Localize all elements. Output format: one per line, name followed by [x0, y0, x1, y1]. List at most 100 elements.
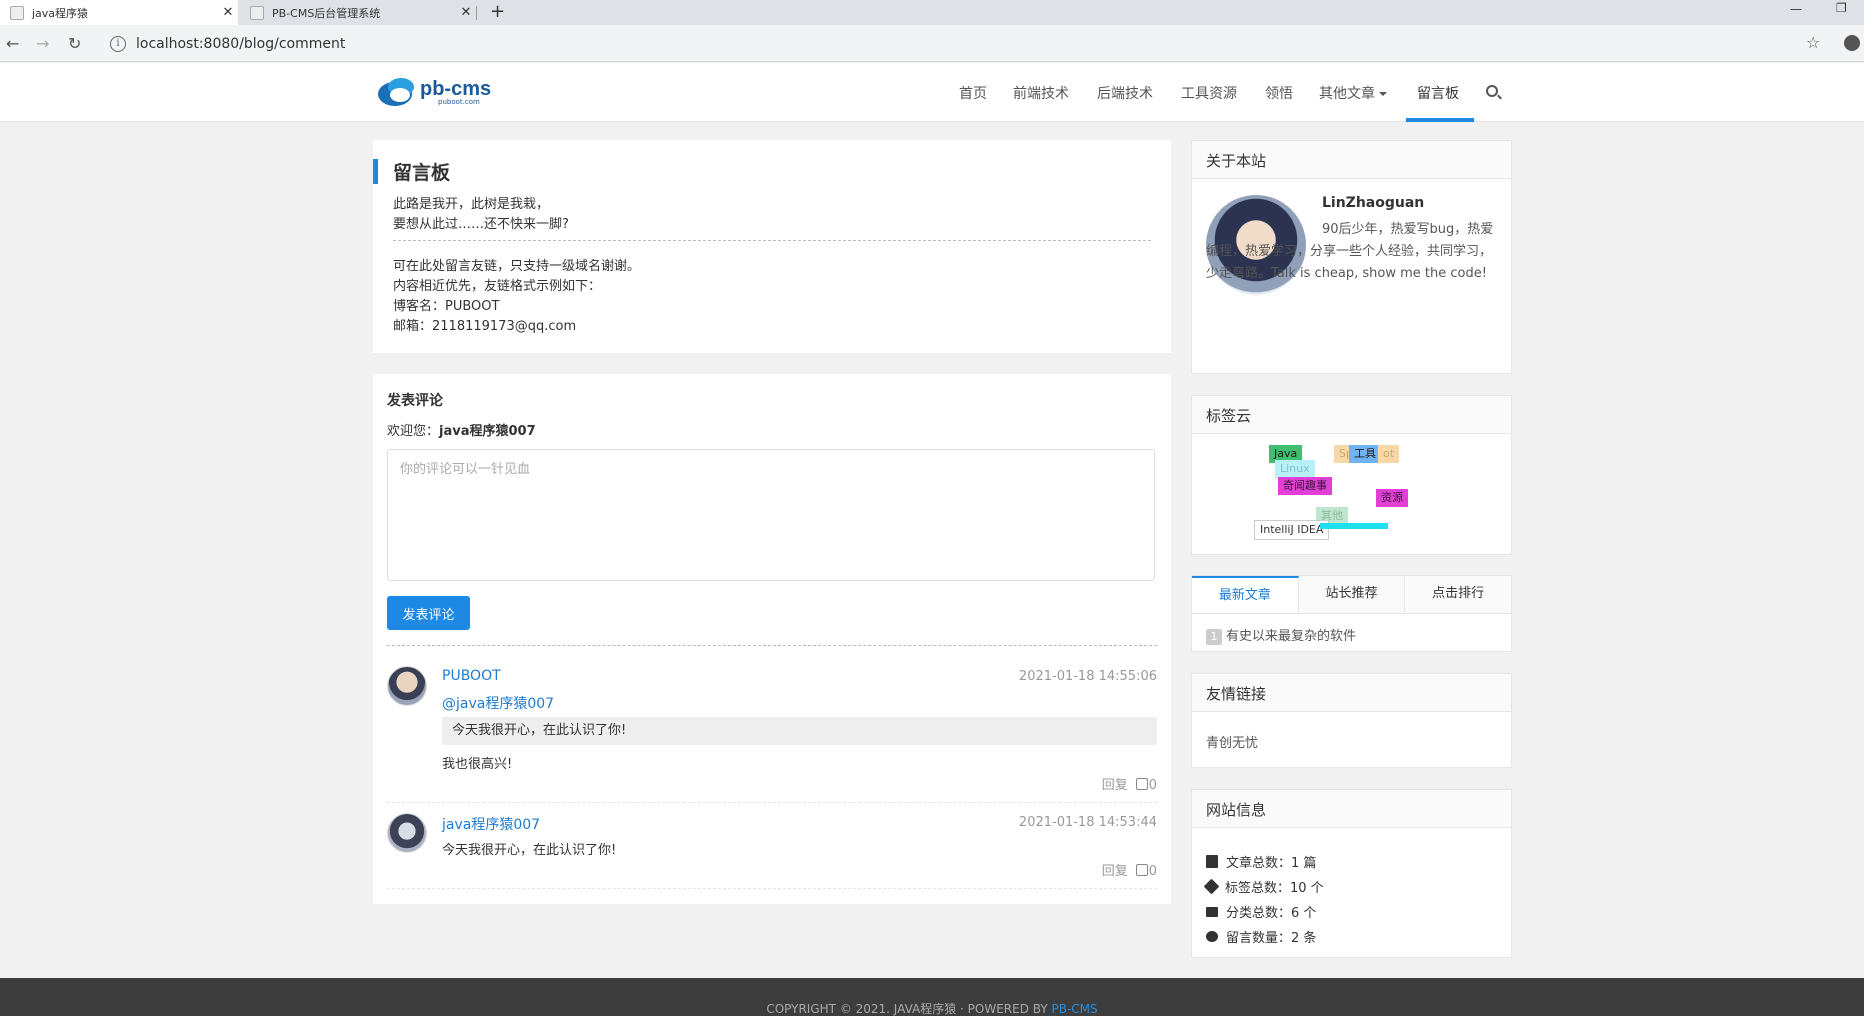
comment-card: 发表评论 欢迎您：java程序猿007 发表评论 PUBOOT 2021-01-…: [373, 374, 1171, 904]
nav-home[interactable]: 首页: [959, 83, 987, 103]
chevron-down-icon: [1379, 92, 1387, 96]
nav-active-indicator: [1406, 118, 1474, 122]
divider: [387, 645, 1157, 646]
reply-to-user[interactable]: @java程序猿007: [442, 693, 554, 713]
tab-title: java程序猿: [32, 6, 89, 20]
nav-other-articles[interactable]: 其他文章: [1319, 83, 1387, 103]
submit-comment-button[interactable]: 发表评论: [387, 596, 470, 630]
browser-tab-active[interactable]: java程序猿 ✕: [0, 0, 238, 25]
site-info-title: 网站信息: [1192, 790, 1511, 828]
tag-cloud-item[interactable]: [1320, 523, 1388, 529]
comment-author[interactable]: java程序猿007: [442, 814, 540, 834]
logo-sub-text: puboot.com: [438, 97, 480, 106]
title-accent-bar: [373, 159, 378, 184]
tab-close-icon[interactable]: ✕: [218, 5, 238, 20]
article-tabs: 最新文章 站长推荐 点击排行: [1192, 576, 1512, 614]
tag-cloud-item[interactable]: IntelliJ IDEA: [1254, 520, 1330, 540]
new-tab-button[interactable]: +: [490, 1, 505, 22]
tab-favicon-icon: [10, 5, 24, 20]
comment-text: 我也很高兴!: [442, 757, 513, 772]
tag-cloud-item[interactable]: 工具: [1349, 445, 1381, 463]
minimize-icon[interactable]: —: [1790, 2, 1802, 16]
username: java程序猿007: [439, 424, 536, 439]
thumbs-up-icon[interactable]: [1135, 778, 1148, 790]
site-info-icon[interactable]: i: [110, 35, 126, 52]
site-info-row: 分类总数：6 个: [1206, 902, 1316, 921]
avatar[interactable]: [387, 666, 427, 706]
restore-icon[interactable]: ❐: [1836, 1, 1847, 15]
divider: [393, 240, 1151, 241]
nav-backend[interactable]: 后端技术: [1097, 83, 1153, 103]
address-bar: ← → ↻ i localhost:8080/blog/comment ☆: [0, 25, 1864, 62]
tags-icon: [1203, 878, 1220, 895]
about-card: 关于本站 LinZhaoguan 90后少年，热爱写bug，热爱编程，热爱学习，…: [1191, 140, 1512, 374]
nav-frontend[interactable]: 前端技术: [1013, 83, 1069, 103]
thumbs-up-icon[interactable]: [1135, 864, 1148, 876]
comment-time: 2021-01-18 14:53:44: [1018, 815, 1157, 830]
article-link[interactable]: 有史以来最复杂的软件: [1226, 629, 1356, 644]
comment-time: 2021-01-18 14:55:06: [1018, 669, 1157, 684]
like-count: 0: [1148, 864, 1157, 879]
avatar[interactable]: [387, 813, 427, 853]
divider: [387, 802, 1157, 803]
forward-arrow-icon[interactable]: →: [36, 34, 49, 53]
divider: [387, 888, 1157, 889]
copyright-text: COPYRIGHT © 2021. JAVA程序猿 · POWERED BY: [766, 1002, 1052, 1016]
tag-cloud-item[interactable]: 奇闻趣事: [1278, 477, 1332, 495]
site-info-row: 文章总数：1 篇: [1206, 852, 1316, 871]
comment-text: 今天我很开心，在此认识了你!: [442, 843, 617, 858]
site-header: pb-cms puboot.com 首页 前端技术 后端技术 工具资源 领悟 其…: [0, 63, 1864, 122]
tab-popular[interactable]: 点击排行: [1405, 576, 1512, 613]
tag-cloud-item[interactable]: 资源: [1376, 489, 1408, 507]
profile-icon[interactable]: [1844, 35, 1860, 51]
nav-tools[interactable]: 工具资源: [1181, 83, 1237, 103]
comment-input[interactable]: [387, 449, 1155, 581]
back-arrow-icon[interactable]: ←: [6, 34, 19, 53]
intro-line: 要想从此过……还不快来一脚?: [393, 217, 569, 232]
comment-actions: 回复 0: [1102, 774, 1157, 793]
site-info-row: 标签总数：10 个: [1203, 877, 1324, 896]
tag-cloud-item[interactable]: ot: [1378, 445, 1400, 463]
powered-by-link[interactable]: PB-CMS: [1052, 1002, 1098, 1016]
reload-icon[interactable]: ↻: [68, 34, 81, 53]
intro-line: 邮箱：2118119173@qq.com: [393, 319, 577, 334]
about-title: 关于本站: [1192, 141, 1511, 179]
url-input[interactable]: i localhost:8080/blog/comment: [100, 30, 1828, 57]
tag-cloud-item[interactable]: Linux: [1275, 460, 1315, 478]
nav-insight[interactable]: 领悟: [1265, 83, 1293, 103]
tab-title: PB-CMS后台管理系统: [272, 6, 381, 20]
tab-latest[interactable]: 最新文章: [1192, 576, 1299, 613]
reply-button[interactable]: 回复: [1102, 864, 1128, 879]
browser-tab-bar: java程序猿 ✕ PB-CMS后台管理系统 ✕ + — ❐: [0, 0, 1864, 25]
friend-link[interactable]: 青创无忧: [1206, 732, 1258, 751]
intro-line: 此路是我开，此树是我栽，: [393, 197, 550, 212]
comment-actions: 回复 0: [1102, 860, 1157, 879]
comment-author[interactable]: PUBOOT: [442, 668, 501, 684]
page-title: 留言板: [393, 162, 451, 184]
intro-line: 可在此处留言友链，只支持一级域名谢谢。: [393, 259, 641, 274]
folder-open-icon: [1206, 906, 1218, 917]
author-bio: 90后少年，热爱写bug，热爱编程，热爱学习，分享一些个人经验，共同学习，少走弯…: [1206, 222, 1494, 281]
friend-links-card: 友情链接 青创无忧: [1191, 673, 1512, 768]
tab-favicon-icon: [250, 5, 264, 20]
nav-message-board[interactable]: 留言板: [1417, 83, 1459, 103]
tag-cloud-card: 标签云 Java Sp 工具 ot Linux 奇闻趣事 资源 其他 IntelliJ IDEA: [1191, 395, 1512, 555]
tag-cloud-title: 标签云: [1192, 396, 1511, 434]
comments-icon: [1206, 931, 1218, 942]
reply-button[interactable]: 回复: [1102, 778, 1128, 793]
tab-close-icon[interactable]: ✕: [456, 5, 476, 20]
logo-wave-icon: [378, 76, 418, 108]
list-item[interactable]: 1 有史以来最复杂的软件: [1206, 625, 1356, 645]
search-icon[interactable]: [1486, 85, 1498, 97]
site-info-row: 留言数量：2 条: [1206, 927, 1316, 946]
tab-separator: [476, 6, 477, 20]
article-tabs-card: 最新文章 站长推荐 点击排行 1 有史以来最复杂的软件: [1191, 575, 1512, 652]
quoted-comment: 今天我很开心，在此认识了你!: [442, 717, 1157, 745]
browser-tab-inactive[interactable]: PB-CMS后台管理系统 ✕: [240, 0, 476, 25]
friend-links-title: 友情链接: [1192, 674, 1511, 712]
comment-form-title: 发表评论: [387, 393, 443, 409]
bookmark-star-icon[interactable]: ☆: [1806, 33, 1820, 52]
tab-recommended[interactable]: 站长推荐: [1298, 576, 1406, 613]
logo-main-text: pb-cms: [420, 77, 492, 100]
site-logo[interactable]: pb-cms puboot.com: [378, 76, 491, 108]
